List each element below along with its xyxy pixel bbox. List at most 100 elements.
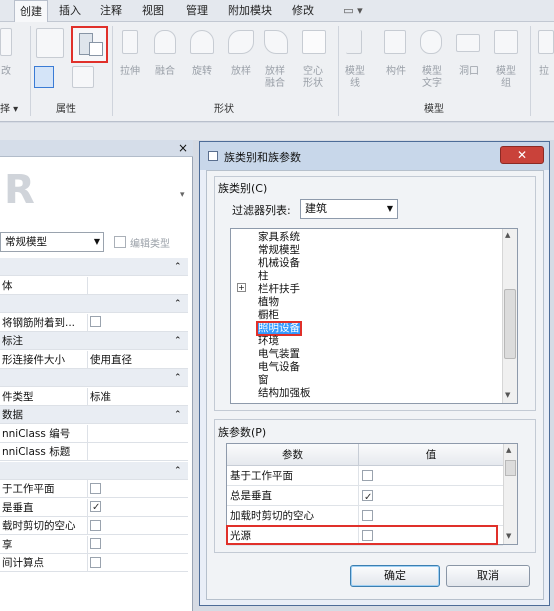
param-row[interactable]: 基于工作平面 xyxy=(227,466,503,486)
model-line-icon[interactable] xyxy=(346,30,362,54)
collapse-icon[interactable]: ⌃ xyxy=(174,406,182,423)
category-item[interactable]: 常规模型 xyxy=(258,245,300,256)
filter-select[interactable]: 建筑 ▼ xyxy=(300,199,398,219)
collapse-icon[interactable]: ⌃ xyxy=(174,258,182,275)
collapse-icon[interactable]: ⌃ xyxy=(174,462,182,479)
category-item[interactable]: 家具系统 xyxy=(258,232,300,243)
extrusion-icon[interactable] xyxy=(122,30,138,54)
property-value[interactable] xyxy=(87,424,187,442)
tab-annotate[interactable]: 注释 xyxy=(96,0,126,22)
collapse-icon[interactable]: ⌃ xyxy=(174,369,182,386)
scroll-down-icon[interactable]: ▼ xyxy=(505,391,510,399)
property-value[interactable] xyxy=(87,517,187,534)
ok-button[interactable]: 确定 xyxy=(350,565,440,587)
type-properties-icon[interactable] xyxy=(72,66,94,88)
property-group-header[interactable]: ⌃ xyxy=(0,295,188,313)
tab-contextual-dropdown[interactable]: ▭ ▾ xyxy=(334,0,372,22)
params-scrollbar[interactable]: ▲ ▼ xyxy=(503,444,517,544)
property-value[interactable] xyxy=(87,554,187,571)
cancel-button[interactable]: 取消 xyxy=(446,565,530,587)
category-tree[interactable]: 家具系统常规模型机械设备柱栏杆扶手 + 植物橱柜 照明设备 环境电气装置电气设备窗结构加… xyxy=(230,228,518,404)
property-checkbox[interactable] xyxy=(90,316,101,327)
param-checkbox[interactable] xyxy=(362,469,373,481)
void-forms-icon[interactable] xyxy=(302,30,326,54)
model-text-icon[interactable] xyxy=(420,30,442,54)
param-checkbox[interactable] xyxy=(362,488,373,508)
property-value[interactable] xyxy=(87,313,187,331)
property-value[interactable] xyxy=(87,480,187,497)
tab-modify[interactable]: 修改 xyxy=(286,0,320,22)
category-item[interactable]: 机械设备 xyxy=(258,258,300,269)
edit-type-button[interactable]: 编辑类型 xyxy=(130,235,170,250)
tab-insert[interactable]: 插入 xyxy=(54,0,86,22)
params-scroll-thumb[interactable] xyxy=(505,460,516,476)
tree-scroll-thumb[interactable] xyxy=(504,289,516,359)
param-value[interactable] xyxy=(358,506,503,526)
properties-group-label: 属性 xyxy=(56,104,76,115)
property-value[interactable]: 使用直径 xyxy=(87,350,187,368)
property-row: 体 xyxy=(0,276,188,295)
expand-icon[interactable]: + xyxy=(237,283,246,292)
property-value[interactable] xyxy=(87,443,187,460)
scroll-arrow-icon[interactable]: ▾ xyxy=(180,190,185,200)
blend-icon[interactable] xyxy=(154,30,176,54)
swept-blend-icon[interactable] xyxy=(264,30,288,54)
property-value[interactable] xyxy=(87,276,187,294)
extrusion-icon-cut[interactable] xyxy=(538,30,554,54)
family-types-icon[interactable] xyxy=(36,28,64,58)
param-checkbox[interactable] xyxy=(362,509,373,521)
collapse-icon[interactable]: ⌃ xyxy=(174,332,182,349)
property-group-header[interactable]: 标注 ⌃ xyxy=(0,332,188,350)
scroll-up-icon[interactable]: ▲ xyxy=(506,446,511,454)
category-item[interactable]: 电气装置 xyxy=(258,349,300,360)
properties-close-icon[interactable]: × xyxy=(178,140,188,156)
revolve-icon[interactable] xyxy=(190,30,214,54)
category-item[interactable]: 环境 xyxy=(258,336,279,347)
property-group-header[interactable]: ⌃ xyxy=(0,369,188,387)
category-item[interactable]: 电气设备 xyxy=(258,362,300,373)
model-group-icon[interactable] xyxy=(494,30,518,54)
category-item[interactable]: 结构加强板 xyxy=(258,388,311,399)
tab-addins[interactable]: 附加模块 xyxy=(224,0,276,22)
modify-icon[interactable] xyxy=(0,28,12,56)
component-icon[interactable] xyxy=(384,30,406,54)
family-category-button[interactable] xyxy=(71,26,108,63)
property-group-header[interactable]: ⌃ xyxy=(0,258,188,276)
property-checkbox[interactable] xyxy=(90,519,101,531)
tree-scrollbar[interactable]: ▲ ▼ xyxy=(502,229,517,403)
property-checkbox[interactable] xyxy=(90,538,101,549)
properties-icon[interactable] xyxy=(34,66,54,88)
property-value[interactable] xyxy=(87,535,187,553)
category-item[interactable]: 植物 xyxy=(258,297,279,308)
property-checkbox[interactable] xyxy=(90,499,101,516)
scroll-down-icon[interactable]: ▼ xyxy=(506,532,511,540)
sweep-icon[interactable] xyxy=(228,30,254,54)
param-value[interactable] xyxy=(358,486,503,508)
edit-type-icon[interactable] xyxy=(114,236,126,248)
property-row: 间计算点 xyxy=(0,554,188,572)
tab-view[interactable]: 视图 xyxy=(138,0,168,22)
category-item[interactable]: 柱 xyxy=(258,271,269,282)
property-checkbox[interactable] xyxy=(90,556,101,568)
select-dropdown[interactable]: 择 ▾ xyxy=(0,100,18,115)
collapse-icon[interactable]: ⌃ xyxy=(174,295,182,312)
tab-manage[interactable]: 管理 xyxy=(180,0,214,22)
property-group-header[interactable]: ⌃ xyxy=(0,461,188,480)
param-value[interactable] xyxy=(358,466,503,486)
tab-create[interactable]: 创建 xyxy=(14,0,48,22)
property-value[interactable] xyxy=(87,498,187,516)
category-item-selected[interactable]: 照明设备 xyxy=(256,321,302,336)
param-row[interactable]: 总是垂直 xyxy=(227,486,503,508)
scroll-up-icon[interactable]: ▲ xyxy=(505,231,510,239)
category-item[interactable]: 栏杆扶手 xyxy=(258,284,300,295)
opening-icon[interactable] xyxy=(456,34,480,52)
dialog-close-button[interactable]: ✕ xyxy=(500,146,544,164)
category-item[interactable]: 窗 xyxy=(258,375,269,386)
property-value[interactable]: 标准 xyxy=(87,387,187,405)
swept-blend-label: 放样融合 xyxy=(265,66,285,89)
property-group-header[interactable]: 数据 ⌃ xyxy=(0,406,188,424)
param-row[interactable]: 加载时剪切的空心 xyxy=(227,506,503,526)
property-checkbox[interactable] xyxy=(90,482,101,494)
type-selector[interactable]: 常规模型 ▼ xyxy=(0,232,104,252)
category-item[interactable]: 橱柜 xyxy=(258,310,279,321)
